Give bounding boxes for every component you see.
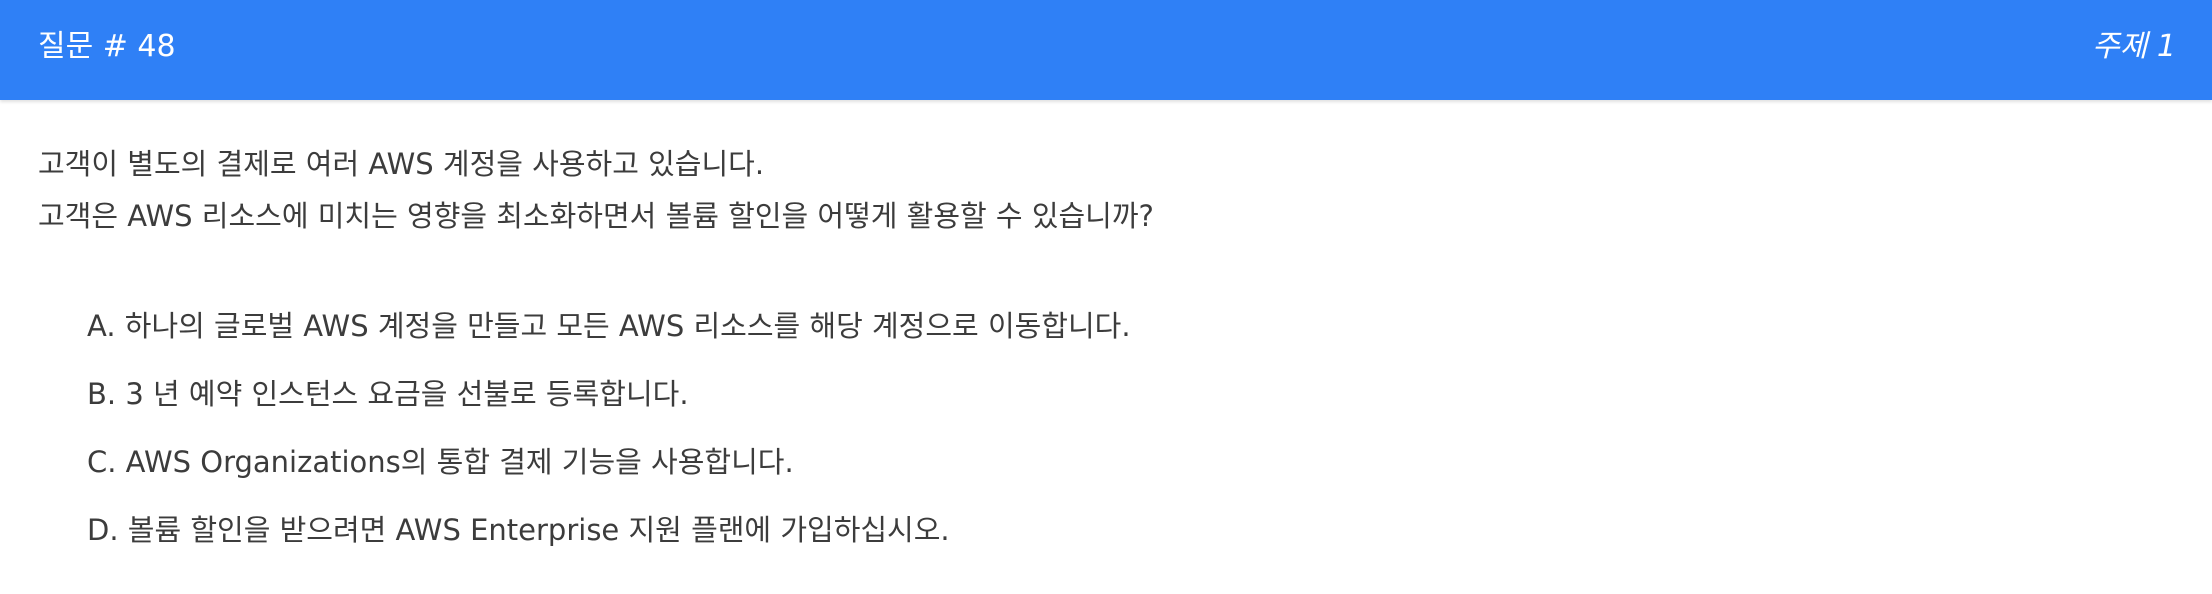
- topic-label: 주제 1: [2092, 29, 2176, 64]
- question-line: 고객은 AWS 리소스에 미치는 영향을 최소화하면서 볼륨 할인을 어떻게 활…: [38, 199, 1154, 233]
- question-header: 질문 # 48 주제 1: [0, 0, 2212, 100]
- choice-d[interactable]: D. 볼륨 할인을 받으려면 AWS Enterprise 지원 플랜에 가입하…: [87, 506, 1131, 574]
- question-text: 고객이 별도의 결제로 여러 AWS 계정을 사용하고 있습니다. 고객은 AW…: [38, 138, 1154, 242]
- choice-a[interactable]: A. 하나의 글로벌 AWS 계정을 만들고 모든 AWS 리소스를 해당 계정…: [87, 302, 1131, 370]
- question-number: 질문 # 48: [38, 29, 176, 64]
- choice-b[interactable]: B. 3 년 예약 인스턴스 요금을 선불로 등록합니다.: [87, 370, 1131, 438]
- question-line: 고객이 별도의 결제로 여러 AWS 계정을 사용하고 있습니다.: [38, 147, 765, 181]
- choice-c[interactable]: C. AWS Organizations의 통합 결제 기능을 사용합니다.: [87, 438, 1131, 506]
- answer-choices: A. 하나의 글로벌 AWS 계정을 만들고 모든 AWS 리소스를 해당 계정…: [87, 302, 1131, 574]
